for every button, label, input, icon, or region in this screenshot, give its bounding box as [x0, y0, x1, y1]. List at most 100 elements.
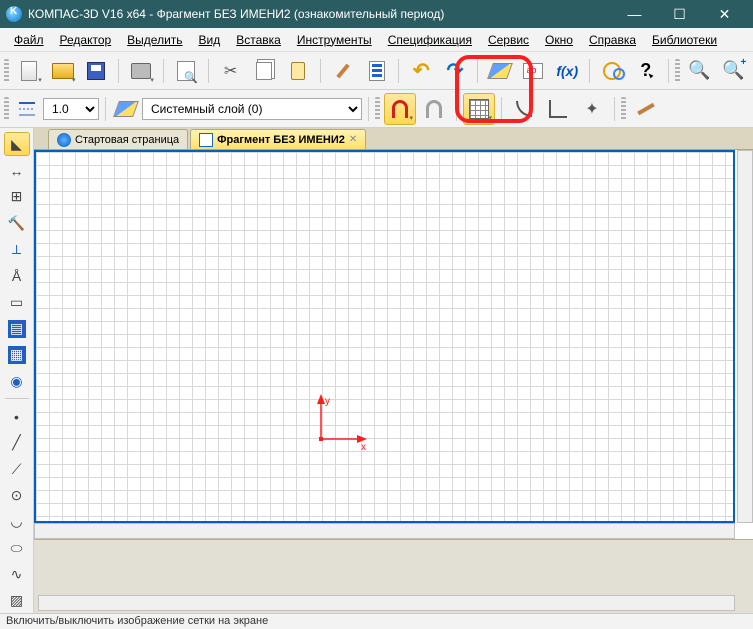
- menu-spec[interactable]: Спецификация: [380, 31, 480, 49]
- aux-line-icon: ⟋: [12, 461, 22, 478]
- menu-tools[interactable]: Инструменты: [289, 31, 380, 49]
- circle-tool[interactable]: ⊙: [4, 483, 30, 507]
- camera-icon: ◉: [10, 373, 22, 390]
- copy-button[interactable]: [248, 55, 280, 87]
- toolbar-grip[interactable]: [4, 97, 9, 121]
- grid-icon: [469, 99, 489, 119]
- menu-file[interactable]: Файл: [6, 31, 52, 49]
- arc-tool[interactable]: ◡: [4, 510, 30, 534]
- horizontal-scrollbar[interactable]: [34, 523, 735, 539]
- save-button[interactable]: [80, 55, 112, 87]
- format-button[interactable]: [327, 55, 359, 87]
- geometry-tool[interactable]: ◣: [4, 132, 30, 156]
- ellipse-tool[interactable]: ⬭: [4, 536, 30, 560]
- separator: [456, 97, 457, 121]
- redo-button[interactable]: [439, 55, 471, 87]
- zoom-fit-button[interactable]: [717, 55, 749, 87]
- round-icon: [516, 101, 532, 117]
- pen-button[interactable]: [630, 93, 662, 125]
- toolbar-grip[interactable]: [675, 59, 680, 83]
- menu-bar: Файл Редактор Выделить Вид Вставка Инстр…: [0, 28, 753, 52]
- paste-button[interactable]: [282, 55, 314, 87]
- param-icon: ⟂: [12, 241, 21, 258]
- menu-window[interactable]: Окно: [537, 31, 581, 49]
- linetype-button[interactable]: [13, 95, 41, 123]
- secondary-toolbar: 1.0 Системный слой (0): [0, 90, 753, 128]
- ellipse-icon: ⬭: [11, 540, 23, 557]
- cut-button[interactable]: [215, 55, 247, 87]
- close-button[interactable]: ✕: [702, 0, 747, 28]
- title-bar: КОМПАС-3D V16 x64 - Фрагмент БЕЗ ИМЕНИ2 …: [0, 0, 753, 28]
- menu-library[interactable]: Библиотеки: [644, 31, 725, 49]
- aux-line-tool[interactable]: ⟋: [4, 457, 30, 481]
- minimize-button[interactable]: —: [612, 0, 657, 28]
- menu-select[interactable]: Выделить: [119, 31, 190, 49]
- point-icon: •: [14, 409, 19, 425]
- insert-tool[interactable]: ◉: [4, 369, 30, 393]
- menu-help[interactable]: Справка: [581, 31, 644, 49]
- drawing-canvas[interactable]: y x: [34, 150, 735, 523]
- toolbar-grip[interactable]: [4, 59, 9, 83]
- scale-select[interactable]: 1.0: [43, 98, 99, 120]
- zoom-button[interactable]: [684, 55, 716, 87]
- menu-service[interactable]: Сервис: [480, 31, 537, 49]
- vars-button[interactable]: [518, 55, 550, 87]
- edit-tool[interactable]: 🔨: [4, 211, 30, 235]
- new-button[interactable]: [13, 55, 45, 87]
- spec-tool[interactable]: ▤: [4, 316, 30, 340]
- grid-button[interactable]: [463, 93, 495, 125]
- chain-button[interactable]: [596, 55, 628, 87]
- menu-editor[interactable]: Редактор: [52, 31, 120, 49]
- window-title: КОМПАС-3D V16 x64 - Фрагмент БЕЗ ИМЕНИ2 …: [28, 7, 612, 21]
- annotation-tool[interactable]: ⊞: [4, 185, 30, 209]
- properties-button[interactable]: [361, 55, 393, 87]
- help-button[interactable]: [630, 55, 662, 87]
- maximize-button[interactable]: ☐: [657, 0, 702, 28]
- dimension-tool[interactable]: ↔: [4, 158, 30, 182]
- layer-select[interactable]: Системный слой (0): [142, 98, 362, 120]
- report-tool[interactable]: ▦: [4, 343, 30, 367]
- toolbar-grip[interactable]: [621, 97, 626, 121]
- separator: [163, 59, 164, 83]
- menu-view[interactable]: Вид: [191, 31, 229, 49]
- measure-tool[interactable]: Å: [4, 264, 30, 288]
- vertical-scrollbar[interactable]: [737, 150, 753, 523]
- zoom-fit-icon: [722, 59, 744, 82]
- hatch-tool[interactable]: ▨: [4, 589, 30, 613]
- magnet-icon: [392, 100, 408, 118]
- param-button[interactable]: [576, 93, 608, 125]
- menu-insert[interactable]: Вставка: [228, 31, 289, 49]
- layers-button[interactable]: [484, 55, 516, 87]
- ortho-icon: [549, 100, 567, 118]
- print-button[interactable]: [125, 55, 157, 87]
- redo-icon: [447, 58, 464, 83]
- tab-fragment[interactable]: Фрагмент БЕЗ ИМЕНИ2 ✕: [190, 129, 366, 149]
- document-tabs: Стартовая страница Фрагмент БЕЗ ИМЕНИ2 ✕: [0, 128, 753, 150]
- select-tool[interactable]: ▭: [4, 290, 30, 314]
- panel-scrollbar[interactable]: [38, 595, 735, 611]
- preview-button[interactable]: [170, 55, 202, 87]
- fx-button[interactable]: f(x): [551, 55, 583, 87]
- undo-button[interactable]: [405, 55, 437, 87]
- round-button[interactable]: [508, 93, 540, 125]
- left-tool-panel: ◣ ↔ ⊞ 🔨 ⟂ Å ▭ ▤ ▦ ◉ • ╱ ⟋ ⊙ ◡ ⬭ ∿ ▨: [0, 128, 34, 613]
- start-tab-icon: [57, 133, 71, 147]
- chain-icon: [603, 62, 621, 80]
- snap-button[interactable]: [384, 93, 416, 125]
- properties-icon: [369, 61, 385, 81]
- layers2-button[interactable]: [112, 95, 140, 123]
- ortho-button[interactable]: [542, 93, 574, 125]
- tab-start-page[interactable]: Стартовая страница: [48, 129, 188, 149]
- spec-icon: ▤: [8, 320, 26, 338]
- snap-off-button[interactable]: [418, 93, 450, 125]
- point-tool[interactable]: •: [4, 404, 30, 428]
- toolbar-grip[interactable]: [375, 97, 380, 121]
- spline-tool[interactable]: ∿: [4, 562, 30, 586]
- line-tool[interactable]: ╱: [4, 431, 30, 455]
- annotation-icon: ⊞: [11, 188, 23, 205]
- open-button[interactable]: [47, 55, 79, 87]
- tab-close-button[interactable]: ✕: [349, 134, 357, 145]
- tab-label: Стартовая страница: [75, 134, 179, 146]
- param-tool[interactable]: ⟂: [4, 237, 30, 261]
- tab-label: Фрагмент БЕЗ ИМЕНИ2: [217, 134, 345, 146]
